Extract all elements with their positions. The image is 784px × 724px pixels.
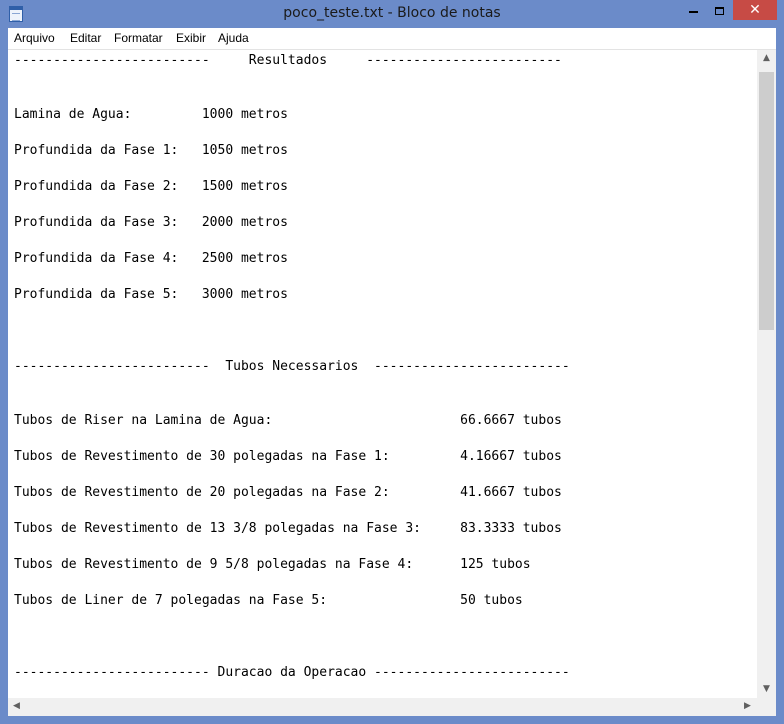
text-line: Tubos de Liner de 7 polegadas na Fase 5:… bbox=[14, 593, 523, 608]
minimize-button[interactable] bbox=[680, 0, 706, 20]
maximize-icon bbox=[714, 6, 724, 15]
text-line: Profundida da Fase 5: 3000 metros bbox=[14, 287, 288, 302]
notepad-window: poco_teste.txt - Bloco de notas ✕ Arquiv… bbox=[0, 0, 784, 724]
scroll-down-icon[interactable]: ▼ bbox=[757, 681, 776, 698]
minimize-icon bbox=[688, 10, 698, 13]
scrollbar-corner bbox=[757, 698, 776, 716]
text-line: Tubos de Riser na Lamina de Agua: 66.666… bbox=[14, 413, 562, 428]
text-line: Tubos de Revestimento de 30 polegadas na… bbox=[14, 449, 562, 464]
maximize-button[interactable] bbox=[706, 0, 732, 20]
scroll-up-icon[interactable]: ▲ bbox=[757, 50, 776, 68]
scroll-right-icon[interactable]: ▶ bbox=[739, 698, 756, 716]
horizontal-scrollbar[interactable]: ◀ ▶ bbox=[8, 698, 757, 716]
text-line: Tubos de Revestimento de 9 5/8 polegadas… bbox=[14, 557, 531, 572]
text-line: Profundida da Fase 1: 1050 metros bbox=[14, 143, 288, 158]
close-button[interactable]: ✕ bbox=[733, 0, 777, 20]
text-line: Profundida da Fase 2: 1500 metros bbox=[14, 179, 288, 194]
menu-arquivo[interactable]: Arquivo bbox=[14, 31, 55, 45]
text-line: ------------------------- Duracao da Ope… bbox=[14, 665, 570, 680]
title-bar[interactable]: poco_teste.txt - Bloco de notas ✕ bbox=[0, 0, 784, 28]
vertical-scroll-thumb[interactable] bbox=[759, 72, 774, 330]
menu-ajuda[interactable]: Ajuda bbox=[218, 31, 249, 45]
scroll-left-icon[interactable]: ◀ bbox=[8, 698, 25, 716]
menu-exibir[interactable]: Exibir bbox=[176, 31, 206, 45]
text-line: ------------------------- Resultados ---… bbox=[14, 53, 562, 68]
vertical-scrollbar[interactable]: ▲ ▼ bbox=[757, 50, 776, 698]
text-line: ------------------------- Tubos Necessar… bbox=[14, 359, 570, 374]
close-icon: ✕ bbox=[749, 2, 761, 18]
window-title: poco_teste.txt - Bloco de notas bbox=[283, 5, 501, 21]
text-line: Profundida da Fase 3: 2000 metros bbox=[14, 215, 288, 230]
text-content[interactable]: ------------------------- Resultados ---… bbox=[8, 50, 757, 698]
text-line: Profundida da Fase 4: 2500 metros bbox=[14, 251, 288, 266]
text-line: Lamina de Agua: 1000 metros bbox=[14, 107, 288, 122]
menu-formatar[interactable]: Formatar bbox=[114, 31, 163, 45]
text-line: Tubos de Revestimento de 20 polegadas na… bbox=[14, 485, 562, 500]
editor-area[interactable]: ------------------------- Resultados ---… bbox=[8, 50, 776, 716]
menu-editar[interactable]: Editar bbox=[70, 31, 101, 45]
text-line: Tubos de Revestimento de 13 3/8 polegada… bbox=[14, 521, 562, 536]
menu-bar: Arquivo Editar Formatar Exibir Ajuda bbox=[8, 28, 776, 50]
